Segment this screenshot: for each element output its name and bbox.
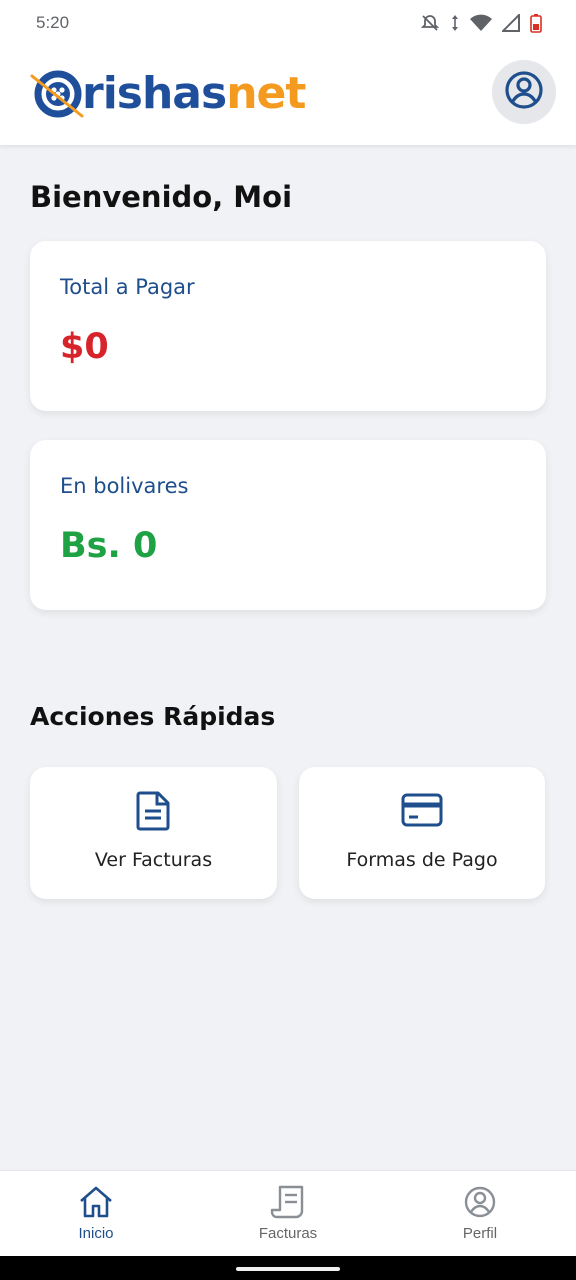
payment-methods-button[interactable]: Formas de Pago [299,767,545,899]
logo-text-prefix: rishas [82,68,227,119]
profile-button[interactable] [492,60,556,124]
status-icons [420,13,542,33]
nav-item-inicio[interactable]: Inicio [0,1171,192,1256]
nav-item-facturas[interactable]: Facturas [192,1171,384,1256]
data-arrows-icon [450,13,460,33]
user-circle-icon [504,70,544,115]
nav-label: Perfil [462,1225,498,1242]
logo-mark-icon [30,66,86,122]
total-to-pay-card: Total a Pagar $0 [30,241,546,411]
status-time: 5:20 [36,13,70,32]
total-amount: $0 [60,327,109,367]
bolivares-amount: Bs. 0 [60,526,158,566]
document-icon [136,789,172,836]
card-label: Total a Pagar [60,275,195,299]
logo-text: rishasnet [82,72,306,116]
bottom-navigation: Inicio Facturas Perfil [0,1170,576,1256]
logo-text-suffix: net [226,68,306,119]
home-icon [78,1185,114,1224]
bolivares-card: En bolivares Bs. 0 [30,440,546,610]
receipt-icon [270,1185,306,1224]
nav-item-perfil[interactable]: Perfil [384,1171,576,1256]
action-label: Ver Facturas [94,849,213,871]
brand-logo: rishasnet [30,66,306,122]
user-circle-icon [463,1185,497,1224]
wifi-icon [470,14,492,32]
page-title: Bienvenido, Moi [30,180,293,214]
credit-card-icon [401,793,443,832]
nav-label: Facturas [258,1225,318,1242]
quick-actions-title: Acciones Rápidas [30,702,276,731]
app-screen: 5:20 rishasnet Bienvenido, Moi Total a P… [0,0,576,1280]
nav-label: Inicio [78,1225,114,1242]
battery-low-icon [530,13,542,33]
home-gesture-handle[interactable] [236,1267,340,1271]
notifications-off-icon [420,13,440,33]
card-label: En bolivares [60,474,189,498]
status-bar: 5:20 [0,0,576,46]
system-gesture-bar [0,1256,576,1280]
app-header: rishasnet [0,46,576,146]
action-label: Formas de Pago [346,849,498,871]
signal-icon [502,14,520,32]
view-invoices-button[interactable]: Ver Facturas [30,767,277,899]
